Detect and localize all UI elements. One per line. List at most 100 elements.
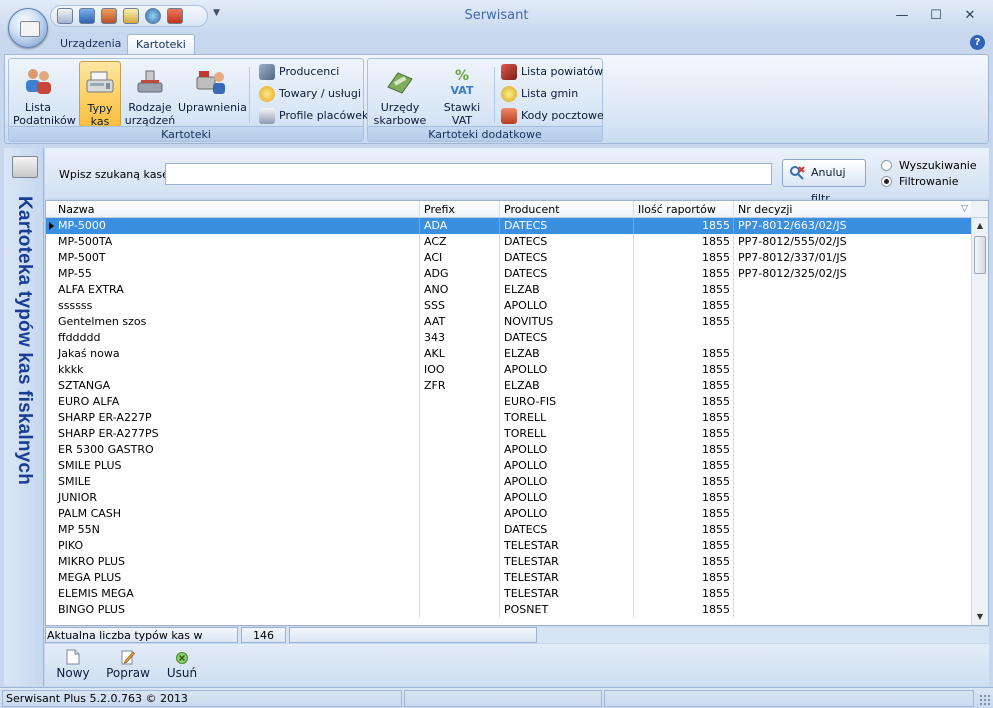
table-row[interactable]: Gentelmen szos AAT NOVITUS 1855 <box>46 314 972 330</box>
table-row[interactable]: MP 55N DATECS 1855 <box>46 522 972 538</box>
lista-podatnikow-button[interactable]: Lista Podatników <box>13 61 76 127</box>
search-input[interactable] <box>165 163 772 185</box>
help-icon[interactable]: ? <box>970 35 985 50</box>
radio-wyszukiwanie-label: Wyszukiwanie <box>899 159 977 172</box>
radio-wyszukiwanie[interactable]: Wyszukiwanie <box>881 159 977 173</box>
table-row[interactable]: MP-5000 ADA DATECS 1855 PP7-8012/663/02/JS <box>46 218 972 234</box>
table-row[interactable]: ER 5300 GASTRO APOLLO 1855 <box>46 442 972 458</box>
radio-filtrowanie-circle[interactable] <box>881 176 892 187</box>
scroll-down-icon[interactable]: ▼ <box>972 609 988 625</box>
cell-prefix: 343 <box>420 330 500 346</box>
cell-nazwa: BINGO PLUS <box>54 602 420 618</box>
cell-nazwa: PIKO <box>54 538 420 554</box>
new-button[interactable]: Nowy <box>55 647 91 683</box>
cell-prefix <box>420 426 500 442</box>
table-row[interactable]: PALM CASH APOLLO 1855 <box>46 506 972 522</box>
table-row[interactable]: MP-55 ADG DATECS 1855 PP7-8012/325/02/JS <box>46 266 972 282</box>
table-row[interactable]: BINGO PLUS POSNET 1855 <box>46 602 972 618</box>
cell-ilosc-raportow: 1855 <box>634 426 734 442</box>
table-row[interactable]: kkkk IOO APOLLO 1855 <box>46 362 972 378</box>
lista-powiatow-button[interactable]: Lista powiatów <box>501 62 603 82</box>
filter-icon[interactable]: ▽ <box>961 201 968 218</box>
cell-ilosc-raportow: 1855 <box>634 506 734 522</box>
column-header-producent[interactable]: Producent <box>500 201 634 218</box>
cell-producent: ELZAB <box>500 346 634 362</box>
vertical-scrollbar[interactable]: ▲ ▼ <box>971 218 988 625</box>
table-row[interactable]: ssssss SSS APOLLO 1855 <box>46 298 972 314</box>
minimize-button[interactable]: — <box>892 8 912 24</box>
cell-nr-decyzji <box>734 474 972 490</box>
status-bar: Serwisant Plus 5.2.0.763 © 2013 <box>0 687 993 708</box>
lista-podatnikow-label: Lista Podatników <box>13 101 76 127</box>
cell-producent: TELESTAR <box>500 554 634 570</box>
profile-placowek-button[interactable]: Profile placówek <box>259 106 368 126</box>
stawki-vat-button[interactable]: % VAT Stawki VAT <box>434 61 490 127</box>
clear-filter-button[interactable]: Anuluj filtr <box>782 159 866 205</box>
tab-kartoteki[interactable]: Kartoteki <box>127 34 195 54</box>
cell-ilosc-raportow: 1855 <box>634 298 734 314</box>
rodzaje-urzadzen-button[interactable]: Rodzaje urządzeń <box>124 61 176 127</box>
application-menu-button[interactable] <box>8 8 48 48</box>
towary-uslugi-button[interactable]: Towary / usługi <box>259 84 361 104</box>
column-header-prefix[interactable]: Prefix <box>420 201 500 218</box>
column-header-ilosc-raportow[interactable]: Ilość raportów <box>634 201 734 218</box>
producenci-button[interactable]: Producenci <box>259 62 339 82</box>
cell-nazwa: PALM CASH <box>54 506 420 522</box>
lista-gmin-label: Lista gmin <box>521 87 579 100</box>
tab-urzadzenia[interactable]: Urządzenia <box>52 34 129 54</box>
table-row[interactable]: SHARP ER-A277PS TORELL 1855 <box>46 426 972 442</box>
table-row[interactable]: MP-500T ACI DATECS 1855 PP7-8012/337/01/JS <box>46 250 972 266</box>
uprawnienia-button[interactable]: Uprawnienia <box>178 61 247 127</box>
table-row[interactable]: MP-500TA ACZ DATECS 1855 PP7-8012/555/02/JS <box>46 234 972 250</box>
table-row[interactable]: MIKRO PLUS TELESTAR 1855 <box>46 554 972 570</box>
cell-nazwa: MEGA PLUS <box>54 570 420 586</box>
typy-kas-button[interactable]: Typy kas <box>79 61 121 128</box>
search-label: Wpisz szukaną kasę <box>59 168 169 181</box>
table-row[interactable]: EURO ALFA EURO-FIS 1855 <box>46 394 972 410</box>
kody-pocztowe-button[interactable]: Kody pocztowe <box>501 106 604 126</box>
cell-nr-decyzji <box>734 378 972 394</box>
resize-grip-icon[interactable] <box>979 694 991 706</box>
cell-producent: APOLLO <box>500 506 634 522</box>
cell-nr-decyzji: PP7-8012/555/02/JS <box>738 235 847 248</box>
table-row[interactable]: JUNIOR APOLLO 1855 <box>46 490 972 506</box>
lista-gmin-button[interactable]: Lista gmin <box>501 84 578 104</box>
table-row[interactable]: ALFA EXTRA ANO ELZAB 1855 <box>46 282 972 298</box>
delete-button-label: Usuń <box>166 666 198 680</box>
radio-wyszukiwanie-circle[interactable] <box>881 160 892 171</box>
scroll-thumb[interactable] <box>974 236 986 274</box>
edit-button[interactable]: Popraw <box>105 647 151 683</box>
rodzaje-urzadzen-label: Rodzaje urządzeń <box>124 101 176 127</box>
cell-producent: POSNET <box>500 602 634 618</box>
cell-nazwa: MP-5000 <box>54 218 420 234</box>
delete-button[interactable]: Usuń <box>165 647 199 683</box>
table-row[interactable]: SMILE PLUS APOLLO 1855 <box>46 458 972 474</box>
urzedy-skarbowe-button[interactable]: Urzędy skarbowe <box>372 61 428 127</box>
cell-prefix: AKL <box>420 346 500 362</box>
column-header-nazwa[interactable]: Nazwa <box>54 201 420 218</box>
table-row[interactable]: MEGA PLUS TELESTAR 1855 <box>46 570 972 586</box>
cell-ilosc-raportow: 1855 <box>634 234 734 250</box>
cell-ilosc-raportow: 1855 <box>634 474 734 490</box>
scroll-up-icon[interactable]: ▲ <box>972 218 988 234</box>
cell-nazwa: MIKRO PLUS <box>54 554 420 570</box>
column-header-nr-decyzji[interactable]: Nr decyzji ▽ <box>734 201 972 218</box>
cell-nazwa: ffddddd <box>54 330 420 346</box>
table-corner <box>971 201 988 218</box>
table-row[interactable]: Jakaś nowa AKL ELZAB 1855 <box>46 346 972 362</box>
cell-nr-decyzji <box>734 346 972 362</box>
radio-filtrowanie[interactable]: Filtrowanie <box>881 175 959 189</box>
lista-powiatow-label: Lista powiatów <box>521 65 604 78</box>
cell-prefix <box>420 586 500 602</box>
table-row[interactable]: ELEMIS MEGA TELESTAR 1855 <box>46 586 972 602</box>
table-row[interactable]: SZTANGA ZFR ELZAB 1855 <box>46 378 972 394</box>
close-button[interactable]: ✕ <box>960 8 980 24</box>
cell-nazwa: SZTANGA <box>54 378 420 394</box>
table-row[interactable]: PIKO TELESTAR 1855 <box>46 538 972 554</box>
cell-nazwa: MP-500T <box>54 250 420 266</box>
table-row[interactable]: SMILE APOLLO 1855 <box>46 474 972 490</box>
maximize-button[interactable]: ☐ <box>926 8 946 24</box>
table-row[interactable]: ffddddd 343 DATECS <box>46 330 972 346</box>
table-row[interactable]: SHARP ER-A227P TORELL 1855 <box>46 410 972 426</box>
status-version: Serwisant Plus 5.2.0.763 © 2013 <box>2 690 402 707</box>
